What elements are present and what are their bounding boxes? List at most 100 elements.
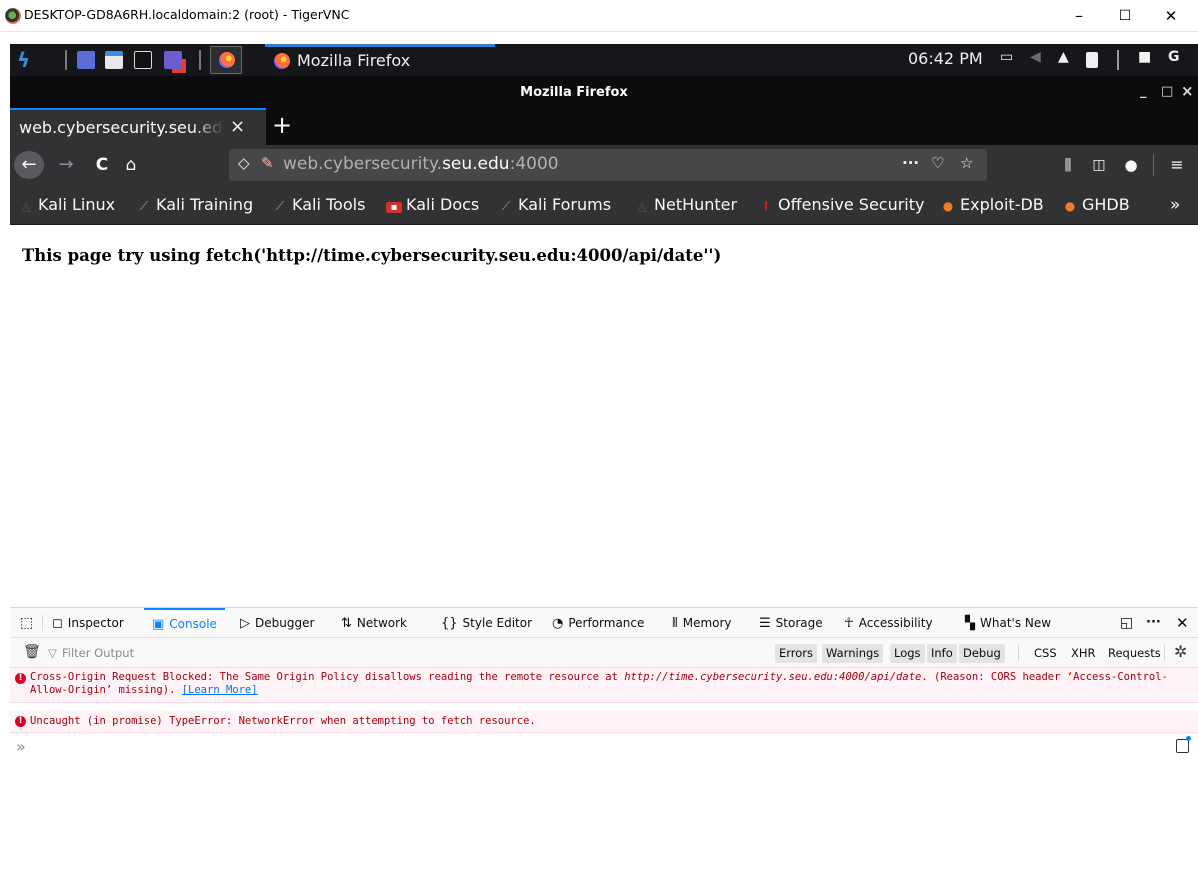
account-icon[interactable]: ●	[1120, 151, 1142, 179]
new-feature-dot	[1186, 736, 1191, 741]
tab-debugger[interactable]: ▷ Debugger	[240, 608, 314, 638]
memory-icon: ⦀	[672, 616, 678, 631]
bookmark-offensive-security[interactable]: ⁞ Offensive Security	[758, 195, 925, 214]
panel-separator	[199, 50, 201, 70]
bookmark-kali-forums[interactable]: ⟋ Kali Forums	[498, 195, 611, 214]
filter-icon: ▽	[48, 646, 57, 660]
url-text[interactable]: web.cybersecurity.seu.edu:4000	[283, 154, 559, 174]
tab-console[interactable]: ▣ Console	[144, 608, 225, 638]
ff-maximize-button[interactable]: □	[1161, 84, 1173, 99]
forward-button[interactable]: →	[54, 151, 78, 179]
console-settings-icon[interactable]: ✲	[1174, 642, 1187, 661]
dock-icon[interactable]: ◱	[1120, 608, 1133, 638]
library-icon[interactable]: ⫼	[1057, 151, 1079, 179]
firefox-icon	[219, 52, 235, 68]
url-bar[interactable]: ◇ ✎ web.cybersecurity.seu.edu:4000 ··· ♡…	[229, 149, 987, 181]
bookmarks-overflow-button[interactable]: »	[1170, 195, 1180, 215]
file-manager-icon[interactable]	[105, 51, 123, 69]
ff-minimize-button[interactable]: _	[1140, 84, 1147, 99]
page-actions-icon[interactable]: ···	[902, 154, 919, 172]
clear-console-icon[interactable]: 🗑	[23, 644, 41, 660]
level-debug-toggle[interactable]: Debug	[959, 644, 1005, 663]
tab-style-editor[interactable]: {} Style Editor	[441, 608, 532, 638]
exploitdb-icon: ●	[942, 199, 954, 213]
firefox-title-bar: Mozilla Firefox _ □ ×	[10, 76, 1198, 108]
console-message-error[interactable]: ! Cross-Origin Request Blocked: The Same…	[10, 668, 1198, 703]
power-icon[interactable]: G	[1168, 49, 1180, 65]
css-toggle[interactable]: CSS	[1034, 646, 1057, 660]
display-icon[interactable]: ▭	[1000, 49, 1013, 65]
inspector-icon: ◻	[52, 616, 63, 631]
console-filter-bar: 🗑 ▽ Filter Output Errors Warnings Logs I…	[10, 638, 1198, 668]
taskbar-firefox[interactable]: Mozilla Firefox	[265, 44, 495, 76]
level-errors-toggle[interactable]: Errors	[775, 644, 818, 663]
console-input-area[interactable]: »	[10, 733, 1198, 873]
minimize-button[interactable]: –	[1056, 0, 1102, 32]
terminal-icon[interactable]	[134, 51, 152, 69]
firefox-window-title: Mozilla Firefox	[520, 85, 628, 100]
reload-button[interactable]: C	[90, 151, 114, 179]
filter-separator	[1164, 645, 1165, 661]
requests-toggle[interactable]: Requests	[1108, 646, 1161, 660]
bookmark-kali-tools[interactable]: ⟋ Kali Tools	[272, 195, 366, 214]
filter-output-input[interactable]: Filter Output	[62, 646, 134, 660]
kali-dragon-icon: ⟋	[139, 199, 149, 213]
console-message-text: Uncaught (in promise) TypeError: Network…	[30, 715, 536, 727]
bookmark-ghdb[interactable]: ● GHDB	[1062, 195, 1130, 214]
page-message: This page try using fetch('http://time.c…	[22, 246, 722, 265]
devtools-close-icon[interactable]: ✕	[1176, 608, 1189, 638]
tab-close-icon[interactable]: ×	[230, 116, 245, 137]
tab-memory[interactable]: ⦀ Memory	[672, 608, 732, 638]
more-options-icon[interactable]: ···	[1146, 608, 1161, 638]
tab-storage[interactable]: ☰ Storage	[759, 608, 823, 638]
screen-recorder-icon[interactable]	[164, 51, 182, 69]
performance-icon: ◔	[552, 616, 564, 631]
tab-accessibility[interactable]: ☥ Accessibility	[844, 608, 933, 638]
level-info-toggle[interactable]: Info	[927, 644, 957, 663]
offsec-icon: ⁞	[763, 199, 769, 213]
bookmark-kali-docs[interactable]: ▪ Kali Docs	[386, 195, 479, 214]
show-desktop-icon[interactable]	[77, 51, 95, 69]
tracking-shield-icon[interactable]: ◇	[238, 154, 250, 172]
level-warnings-toggle[interactable]: Warnings	[822, 644, 884, 663]
tab-inspector[interactable]: ◻ Inspector	[52, 608, 124, 638]
bookmark-exploit-db[interactable]: ● Exploit-DB	[940, 195, 1044, 214]
lock-icon[interactable]: ■	[1138, 49, 1151, 65]
new-tab-button[interactable]: +	[272, 111, 292, 139]
firefox-icon	[274, 53, 290, 69]
bookmark-kali-training[interactable]: ⟋ Kali Training	[136, 195, 253, 214]
hamburger-menu-icon[interactable]: ≡	[1166, 151, 1188, 179]
devtools-toolbar: ⬚ ◻ Inspector ▣ Console ▷ Debugger ⇅ Network…	[10, 607, 1198, 638]
panel-clock[interactable]: 06:42 PM	[908, 49, 983, 68]
volume-icon[interactable]: ◀	[1030, 49, 1041, 65]
back-button[interactable]: ←	[14, 151, 44, 179]
kali-top-panel: ϟ Mozilla Firefox 06:42 PM ▭ ◀ ▲ ■ G	[10, 44, 1198, 76]
xhr-toggle[interactable]: XHR	[1071, 646, 1096, 660]
sidebar-icon[interactable]: ◫	[1088, 151, 1110, 179]
level-logs-toggle[interactable]: Logs	[890, 644, 925, 663]
kali-menu-icon[interactable]: ϟ	[17, 48, 39, 72]
battery-icon[interactable]	[1086, 52, 1098, 68]
notification-bell-icon[interactable]: ▲	[1058, 49, 1069, 65]
navigation-toolbar: ← → C ⌂ ◇ ✎ web.cybersecurity.seu.edu:40…	[10, 145, 1198, 185]
maximize-button[interactable]: ☐	[1102, 0, 1148, 32]
ff-close-button[interactable]: ×	[1181, 82, 1194, 100]
tab-network[interactable]: ⇅ Network	[341, 608, 407, 638]
tab-active[interactable]: web.cybersecurity.seu.edu:4000 ×	[10, 108, 266, 145]
panel-separator	[65, 50, 67, 70]
insecure-lock-icon[interactable]: ✎	[261, 154, 274, 172]
bookmark-kali-linux[interactable]: ◬ Kali Linux	[18, 195, 115, 214]
element-picker-icon[interactable]: ⬚	[20, 608, 33, 638]
bookmark-nethunter[interactable]: ◬ NetHunter	[634, 195, 737, 214]
bookmark-star-icon[interactable]: ☆	[960, 154, 973, 172]
learn-more-link[interactable]: [Learn More]	[182, 684, 258, 696]
pocket-icon[interactable]: ♡	[931, 154, 944, 172]
tab-performance[interactable]: ◔ Performance	[552, 608, 644, 638]
tab-whats-new[interactable]: ▚ What's New	[965, 608, 1051, 638]
editor-mode-icon[interactable]	[1176, 739, 1189, 753]
kali-icon: ◬	[21, 199, 31, 213]
firefox-launcher[interactable]	[210, 46, 242, 74]
home-button[interactable]: ⌂	[118, 151, 144, 179]
close-button[interactable]: ✕	[1148, 0, 1194, 32]
console-message-error[interactable]: ! Uncaught (in promise) TypeError: Netwo…	[10, 711, 1198, 733]
